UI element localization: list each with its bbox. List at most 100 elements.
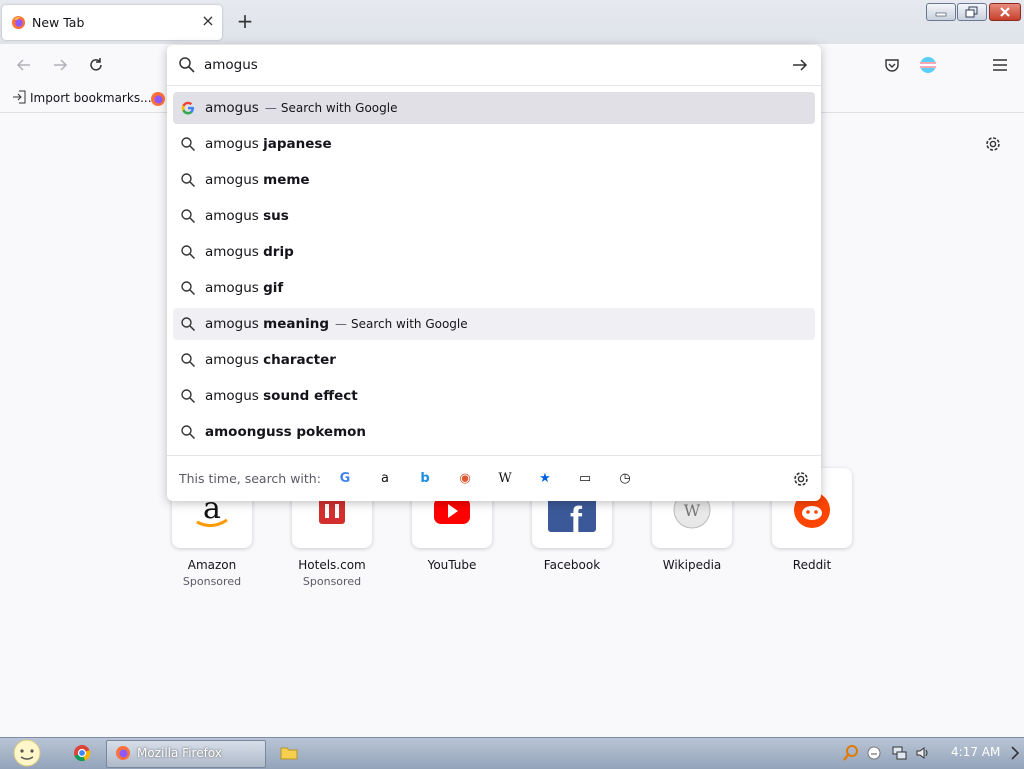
search-icon	[181, 245, 196, 260]
suggestion-text: amogus japanese	[205, 136, 332, 152]
suggestion-text: amogus sus	[205, 208, 289, 224]
suggestion-completion: drip	[263, 244, 294, 260]
tab-new-tab[interactable]: New Tab ×	[2, 5, 222, 40]
suggestion-text: amogus — Search with Google	[205, 100, 397, 116]
history-engine-icon[interactable]: ◷	[615, 469, 635, 489]
firefox-icon	[116, 746, 130, 760]
search-icon	[181, 137, 196, 152]
back-icon[interactable]	[14, 55, 34, 75]
suggestion-row[interactable]: amogus japanese	[173, 128, 815, 160]
suggestion-action: Search with Google	[351, 317, 468, 331]
reload-icon[interactable]	[86, 55, 106, 75]
suggestion-prefix: amogus	[205, 388, 264, 404]
clock: 4:17 AM	[951, 745, 1001, 759]
suggestion-row[interactable]: amogus meaning — Search with Google	[173, 308, 815, 340]
suggestion-row[interactable]: amogus sound effect	[173, 380, 815, 412]
suggestion-prefix: amogus	[205, 316, 264, 332]
amazon-engine-icon[interactable]: a	[375, 469, 395, 489]
suggestion-prefix: amogus	[205, 208, 264, 224]
minimize-icon	[935, 12, 947, 17]
suggestion-text: amogus meaning — Search with Google	[205, 316, 468, 332]
restore-icon	[965, 6, 978, 18]
new-tab-button[interactable]: +	[234, 10, 256, 32]
topsite-label: YouTube	[427, 558, 477, 572]
bookmarks-engine-icon[interactable]: ★	[535, 469, 555, 489]
suggestion-completion: sound effect	[263, 388, 358, 404]
suggestion-prefix: amogus	[205, 280, 264, 296]
suggestion-text: amoonguss pokemon	[205, 424, 366, 440]
suggestion-completion: meaning	[263, 316, 329, 332]
suggestion-text: amogus sound effect	[205, 388, 358, 404]
topsite-label: Reddit	[792, 558, 832, 572]
topsite-label: Wikipedia	[662, 558, 722, 572]
start-button-icon[interactable]	[8, 738, 46, 768]
gear-icon[interactable]	[983, 134, 1003, 154]
google-engine-icon[interactable]: G	[335, 469, 355, 489]
account-avatar-icon[interactable]	[918, 55, 938, 75]
suggestion-completion: character	[263, 352, 336, 368]
menu-icon[interactable]	[990, 55, 1010, 75]
google-icon	[181, 101, 194, 115]
suggestion-row[interactable]: amogus — Search with Google	[173, 92, 815, 124]
search-icon	[181, 281, 196, 296]
suggestion-prefix: amogus	[205, 172, 264, 188]
suggestion-prefix: amogus	[205, 244, 264, 260]
suggestion-row[interactable]: amogus sus	[173, 200, 815, 232]
suggestion-action: Search with Google	[280, 101, 398, 115]
suggestion-row[interactable]: amogus meme	[173, 164, 815, 196]
suggestion-completion: amoonguss pokemon	[205, 424, 367, 440]
restore-button[interactable]	[957, 3, 987, 21]
suggestion-completion: japanese	[263, 136, 332, 152]
suggestion-prefix: amogus	[205, 136, 264, 152]
suggestion-row[interactable]: amogus character	[173, 344, 815, 376]
minimize-button[interactable]	[926, 3, 956, 21]
topsite-label: Hotels.com	[298, 558, 366, 572]
search-tray-icon[interactable]	[842, 744, 860, 762]
suggestion-text: amogus drip	[205, 244, 294, 260]
volume-icon[interactable]	[915, 745, 931, 761]
forward-icon[interactable]	[50, 55, 70, 75]
search-icon	[181, 209, 196, 224]
suggestion-completion: sus	[263, 208, 289, 224]
topsite-sponsored-label: Sponsored	[302, 575, 362, 588]
firefox-bookmark-icon[interactable]	[150, 91, 166, 107]
suggestion-text: amogus meme	[205, 172, 310, 188]
topsite-label: Amazon	[187, 558, 237, 572]
search-settings-gear-icon[interactable]	[791, 469, 811, 489]
search-icon	[181, 353, 196, 368]
suggestion-separator: —	[335, 317, 347, 331]
pocket-icon[interactable]	[882, 55, 902, 75]
search-icon	[181, 173, 196, 188]
svg-text:W: W	[684, 501, 701, 520]
search-icon	[181, 317, 196, 332]
close-tab-icon[interactable]: ×	[198, 11, 218, 31]
suggestion-text: amogus gif	[205, 280, 283, 296]
bing-engine-icon[interactable]: b	[415, 469, 435, 489]
import-bookmarks-button[interactable]: Import bookmarks...	[12, 90, 152, 105]
close-window-button[interactable]	[989, 3, 1021, 21]
suggestion-prefix: amogus	[205, 100, 259, 116]
suggestion-separator: —	[264, 101, 277, 115]
one-off-label: This time, search with:	[179, 471, 321, 486]
go-arrow-icon[interactable]	[791, 56, 809, 74]
suggestion-row[interactable]: amogus drip	[173, 236, 815, 268]
firefox-icon	[11, 15, 26, 30]
show-desktop-icon[interactable]	[1009, 744, 1021, 762]
duckduckgo-engine-icon[interactable]: ◉	[455, 469, 475, 489]
suggestion-row[interactable]: amoonguss pokemon	[173, 416, 815, 448]
network-icon[interactable]	[891, 745, 907, 761]
folder-icon[interactable]	[280, 744, 298, 762]
url-input[interactable]	[204, 55, 764, 75]
topsite-sponsored-label: Sponsored	[182, 575, 242, 588]
chrome-icon[interactable]	[73, 744, 91, 762]
suggestion-row[interactable]: amogus gif	[173, 272, 815, 304]
taskbar-firefox-button[interactable]: Mozilla Firefox	[106, 740, 266, 768]
topsite-label: Facebook	[543, 558, 601, 572]
suggestion-completion: gif	[263, 280, 284, 296]
taskbar-firefox-label: Mozilla Firefox	[137, 746, 222, 760]
search-icon	[181, 389, 196, 404]
tabs-engine-icon[interactable]: ▭	[575, 469, 595, 489]
search-icon	[179, 57, 195, 73]
wikipedia-engine-icon[interactable]: W	[495, 469, 515, 489]
emoji-tray-icon[interactable]	[867, 746, 881, 760]
